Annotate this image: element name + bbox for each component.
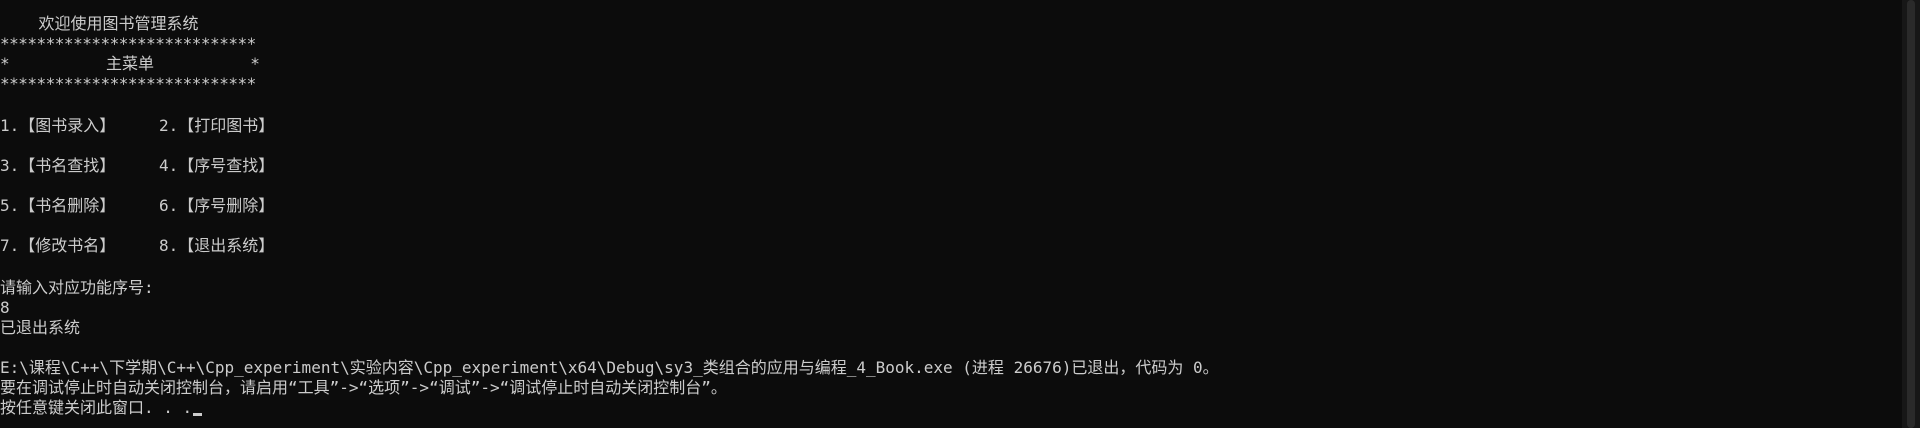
press-any-key-line: 按任意键关闭此窗口. . . (0, 398, 203, 418)
console-window[interactable]: 欢迎使用图书管理系统 **************************** … (0, 0, 1902, 428)
scrollbar-thumb[interactable] (1907, 0, 1915, 428)
welcome-title: 欢迎使用图书管理系统 (0, 14, 199, 33)
auto-close-hint: 要在调试停止时自动关闭控制台，请启用“工具”->“选项”->“调试”->“调试停… (0, 378, 727, 397)
stars-border-bottom: **************************** (0, 74, 256, 93)
text-cursor (193, 413, 203, 416)
menu-item-search-by-title: 3.【书名查找】 (0, 156, 116, 175)
input-prompt: 请输入对应功能序号: (0, 278, 154, 297)
menu-item-print-books: 2.【打印图书】 (159, 116, 275, 135)
menu-item-delete-by-number: 6.【序号删除】 (159, 196, 275, 215)
menu-item-modify-title: 7.【修改书名】 (0, 236, 116, 255)
menu-item-exit-system: 8.【退出系统】 (159, 236, 275, 255)
menu-item-book-entry: 1.【图书录入】 (0, 116, 116, 135)
menu-title-line: * 主菜单 * (0, 54, 260, 73)
menu-item-delete-by-title: 5.【书名删除】 (0, 196, 116, 215)
menu-item-search-by-number: 4.【序号查找】 (159, 156, 275, 175)
press-any-key-text: 按任意键关闭此窗口. . . (0, 398, 193, 417)
exit-message: 已退出系统 (0, 318, 81, 337)
vertical-scrollbar[interactable] (1902, 0, 1920, 428)
user-input-echo: 8 (0, 298, 10, 317)
process-exit-message: E:\课程\C++\下学期\C++\Cpp_experiment\实验内容\Cp… (0, 358, 1219, 377)
stars-border-top: **************************** (0, 34, 256, 53)
